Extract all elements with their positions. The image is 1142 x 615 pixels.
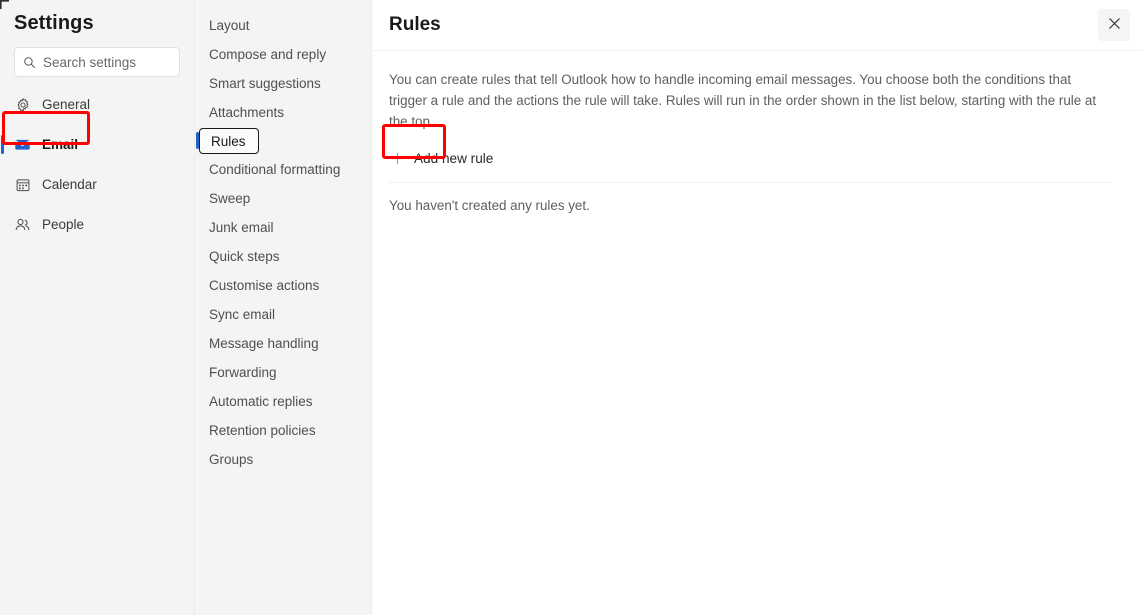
search-input[interactable] <box>43 54 171 70</box>
nav-item-label: Rules <box>211 133 246 149</box>
nav-item-conditional-formatting[interactable]: Conditional formatting <box>195 158 371 181</box>
nav-item-label: Forwarding <box>209 365 277 380</box>
sidebar-item-calendar[interactable]: Calendar <box>0 170 194 199</box>
settings-sidebar: Settings General <box>0 0 195 615</box>
email-settings-nav: Layout Compose and reply Smart suggestio… <box>195 0 446 615</box>
nav-item-retention-policies[interactable]: Retention policies <box>195 419 371 442</box>
sidebar-item-list: General Email Calendar People <box>0 90 194 239</box>
nav-item-label: Quick steps <box>209 249 280 264</box>
search-box[interactable] <box>14 47 180 77</box>
panel-title: Rules <box>389 14 441 35</box>
sidebar-item-general[interactable]: General <box>0 90 194 119</box>
close-button[interactable] <box>1098 9 1130 41</box>
nav-item-label: Groups <box>209 452 254 467</box>
add-rule-row: Add new rule <box>389 149 1111 183</box>
search-container <box>0 35 194 77</box>
envelope-icon <box>14 136 31 153</box>
settings-dialog: Settings General <box>0 0 1142 615</box>
nav-item-label: Retention policies <box>209 423 316 438</box>
nav-item-message-handling[interactable]: Message handling <box>195 332 371 355</box>
rules-description: You can create rules that tell Outlook h… <box>389 72 1097 129</box>
nav-item-layout[interactable]: Layout <box>195 14 371 37</box>
page-title: Settings <box>14 12 94 34</box>
nav-item-label: Customise actions <box>209 278 320 293</box>
panel-header: Rules <box>372 0 1142 51</box>
sidebar-item-label: Email <box>42 137 79 152</box>
nav-item-label: Attachments <box>209 105 285 120</box>
close-icon <box>1107 16 1122 34</box>
nav-item-junk-email[interactable]: Junk email <box>195 216 371 239</box>
sidebar-item-label: People <box>42 217 85 232</box>
gear-icon <box>14 96 31 113</box>
nav-item-automatic-replies[interactable]: Automatic replies <box>195 390 371 413</box>
nav-item-customise-actions[interactable]: Customise actions <box>195 274 371 297</box>
nav-item-smart-suggestions[interactable]: Smart suggestions <box>195 72 371 95</box>
sidebar-item-people[interactable]: People <box>0 210 194 239</box>
nav-item-label: Message handling <box>209 336 319 351</box>
nav-item-sync-email[interactable]: Sync email <box>195 303 371 326</box>
nav-item-label: Layout <box>209 18 250 33</box>
rules-panel: Rules You can create rules that tell Out… <box>372 0 1142 615</box>
people-icon <box>14 216 31 233</box>
nav-item-label: Automatic replies <box>209 394 313 409</box>
nav-item-groups[interactable]: Groups <box>195 448 371 471</box>
search-icon <box>23 56 36 69</box>
nav-item-attachments[interactable]: Attachments <box>195 101 371 124</box>
nav-item-rules[interactable]: Rules <box>196 128 259 154</box>
nav-item-sweep[interactable]: Sweep <box>195 187 371 210</box>
nav-item-label: Smart suggestions <box>209 76 321 91</box>
sidebar-item-email[interactable]: Email <box>0 130 194 159</box>
sidebar-item-label: Calendar <box>42 177 97 192</box>
nav-item-label: Conditional formatting <box>209 162 341 177</box>
nav-item-label: Compose and reply <box>209 47 327 62</box>
nav-item-label: Junk email <box>209 220 274 235</box>
add-new-rule-button[interactable]: Add new rule <box>389 149 497 168</box>
nav-item-forwarding[interactable]: Forwarding <box>195 361 371 384</box>
nav-item-label: Sweep <box>209 191 251 206</box>
nav-item-label: Sync email <box>209 307 276 322</box>
panel-body: You can create rules that tell Outlook h… <box>372 51 1142 213</box>
plus-icon <box>390 151 405 166</box>
nav-item-quick-steps[interactable]: Quick steps <box>195 245 371 268</box>
add-new-rule-label: Add new rule <box>414 151 494 166</box>
sidebar-item-label: General <box>42 97 91 112</box>
calendar-icon <box>14 176 31 193</box>
empty-state-message: You haven't created any rules yet. <box>389 198 590 213</box>
nav-item-compose-and-reply[interactable]: Compose and reply <box>195 43 371 66</box>
